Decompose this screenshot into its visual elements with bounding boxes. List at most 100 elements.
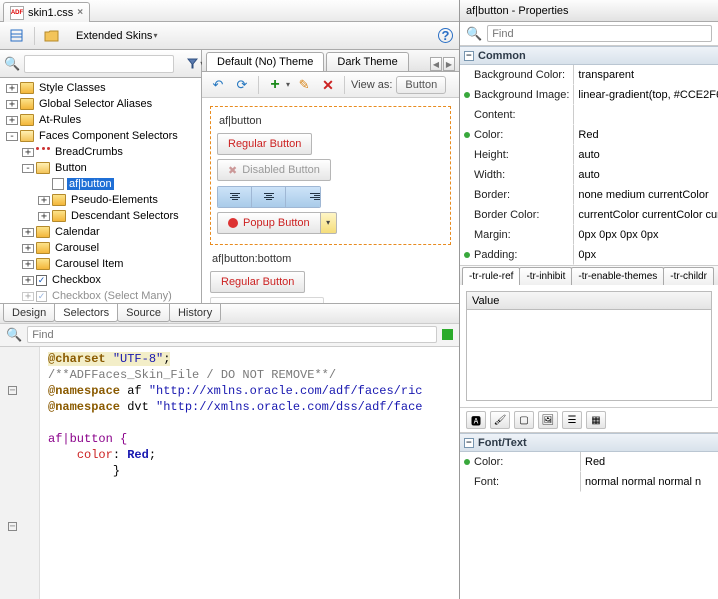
property-value[interactable]: linear-gradient(top, #CCE2F6 <box>573 85 718 105</box>
popup-button-dropdown[interactable]: ▾ <box>321 212 337 234</box>
tool-icon[interactable]: 🖼 <box>538 411 558 429</box>
fold-icon[interactable]: − <box>8 522 17 531</box>
folder-icon[interactable] <box>43 26 63 46</box>
tab-default-theme[interactable]: Default (No) Theme <box>206 52 324 71</box>
scroll-right-icon[interactable]: ▶ <box>443 57 455 71</box>
twisty-icon[interactable]: + <box>22 148 34 157</box>
tree-node[interactable]: +Carousel <box>0 240 201 256</box>
tree-node[interactable]: +BreadCrumbs <box>0 144 201 160</box>
filter-icon[interactable] <box>186 54 199 74</box>
tab-history[interactable]: History <box>169 304 221 322</box>
help-icon[interactable]: ? <box>438 28 453 43</box>
property-row[interactable]: Border:none medium currentColor <box>460 185 718 205</box>
disabled-button[interactable]: ✖Disabled Button <box>210 297 324 303</box>
tree-node[interactable]: +Global Selector Aliases <box>0 96 201 112</box>
search-icon[interactable]: 🔍 <box>4 56 20 72</box>
popup-button[interactable]: Popup Button <box>217 212 321 234</box>
view-as-value[interactable]: Button <box>396 76 446 94</box>
scroll-left-icon[interactable]: ◀ <box>430 57 442 71</box>
tree-node[interactable]: +Calendar <box>0 224 201 240</box>
source-find-input[interactable] <box>27 326 437 343</box>
property-row[interactable]: Background Image:linear-gradient(top, #C… <box>460 85 718 105</box>
property-row[interactable]: Font:normal normal normal n <box>460 472 718 492</box>
property-value[interactable]: none medium currentColor <box>573 185 718 205</box>
file-tab[interactable]: ADF skin1.css × <box>3 2 90 22</box>
twisty-icon[interactable]: + <box>6 84 18 93</box>
align-center-icon[interactable] <box>252 187 286 207</box>
align-right-icon[interactable] <box>286 187 320 207</box>
tab-source[interactable]: Source <box>117 304 170 322</box>
section-common[interactable]: − Common <box>460 46 718 65</box>
property-row[interactable]: Margin:0px 0px 0px 0px <box>460 225 718 245</box>
twisty-icon[interactable]: + <box>22 260 34 269</box>
property-row[interactable]: Color:Red <box>460 452 718 472</box>
twisty-icon[interactable]: - <box>6 132 18 141</box>
twisty-icon[interactable]: + <box>6 116 18 125</box>
search-icon[interactable]: 🔍 <box>6 327 22 343</box>
selector-tree[interactable]: +Style Classes+Global Selector Aliases+A… <box>0 78 201 303</box>
properties-find-input[interactable] <box>487 25 712 42</box>
tree-node[interactable]: +At-Rules <box>0 112 201 128</box>
property-row[interactable]: Content: <box>460 105 718 125</box>
extended-skins-dropdown[interactable]: Extended Skins ▾ <box>69 26 164 46</box>
tree-node[interactable]: +✓Checkbox <box>0 272 201 288</box>
property-value[interactable]: 0px <box>573 245 718 265</box>
tab-dark-theme[interactable]: Dark Theme <box>326 52 408 71</box>
property-row[interactable]: Height:auto <box>460 145 718 165</box>
edit-icon[interactable]: ✎ <box>294 75 314 95</box>
tool-icon[interactable]: ☰ <box>562 411 582 429</box>
source-code[interactable]: − − @charset "UTF-8"; /**ADFFaces_Skin_F… <box>0 347 459 599</box>
collapse-icon[interactable]: − <box>464 51 474 61</box>
tree-node[interactable]: -Button <box>0 160 201 176</box>
property-value[interactable]: currentColor currentColor cur <box>573 205 718 225</box>
property-value[interactable]: Red <box>580 452 718 472</box>
tab-tr-enable-themes[interactable]: -tr-enable-themes <box>571 267 664 285</box>
fold-icon[interactable]: − <box>8 386 17 395</box>
close-icon[interactable]: × <box>77 7 83 18</box>
twisty-icon[interactable]: + <box>22 244 34 253</box>
twisty-icon[interactable]: + <box>22 292 34 301</box>
property-row[interactable]: Color:Red <box>460 125 718 145</box>
tree-node[interactable]: +✓Checkbox (Select Many) <box>0 288 201 303</box>
twisty-icon[interactable]: + <box>22 276 34 285</box>
property-row[interactable]: Width:auto <box>460 165 718 185</box>
property-row[interactable]: Background Color:transparent <box>460 65 718 85</box>
refresh-back-icon[interactable]: ↶ <box>208 75 228 95</box>
twisty-icon[interactable] <box>38 180 50 189</box>
tab-selectors[interactable]: Selectors <box>54 304 118 322</box>
twisty-icon[interactable]: + <box>22 228 34 237</box>
tab-design[interactable]: Design <box>3 304 55 322</box>
list-view-icon[interactable] <box>6 26 26 46</box>
tool-icon[interactable]: ▦ <box>586 411 606 429</box>
align-segmented[interactable] <box>217 186 321 208</box>
tool-icon[interactable]: ▢ <box>514 411 534 429</box>
align-left-icon[interactable] <box>218 187 252 207</box>
tree-node[interactable]: af|button <box>0 176 201 192</box>
tree-node[interactable]: -Faces Component Selectors <box>0 128 201 144</box>
property-row[interactable]: Border Color:currentColor currentColor c… <box>460 205 718 225</box>
tool-icon[interactable]: 🅰 <box>466 411 486 429</box>
twisty-icon[interactable]: + <box>6 100 18 109</box>
property-row[interactable]: Padding:0px <box>460 245 718 265</box>
tab-tr-children[interactable]: -tr-childr <box>663 267 714 285</box>
tree-node[interactable]: +Pseudo-Elements <box>0 192 201 208</box>
twisty-icon[interactable]: + <box>38 212 50 221</box>
property-value[interactable]: auto <box>573 165 718 185</box>
twisty-icon[interactable]: + <box>38 196 50 205</box>
tree-node[interactable]: +Descendant Selectors <box>0 208 201 224</box>
refresh-icon[interactable]: ⟳ <box>232 75 252 95</box>
tree-node[interactable]: +Carousel Item <box>0 256 201 272</box>
property-value[interactable]: 0px 0px 0px 0px <box>573 225 718 245</box>
disabled-button[interactable]: ✖Disabled Button <box>217 159 331 181</box>
tab-tr-rule-ref[interactable]: -tr-rule-ref <box>462 267 520 285</box>
chevron-down-icon[interactable]: ▾ <box>286 80 290 89</box>
tree-search-input[interactable] <box>24 55 174 73</box>
search-icon[interactable]: 🔍 <box>466 26 482 42</box>
tree-node[interactable]: +Style Classes <box>0 80 201 96</box>
property-value[interactable]: auto <box>573 145 718 165</box>
tool-icon[interactable]: 🖌 <box>490 411 510 429</box>
property-value[interactable]: normal normal normal n <box>580 472 718 492</box>
delete-icon[interactable]: ✕ <box>318 75 338 95</box>
twisty-icon[interactable]: - <box>22 164 34 173</box>
section-font-text[interactable]: − Font/Text <box>460 433 718 452</box>
